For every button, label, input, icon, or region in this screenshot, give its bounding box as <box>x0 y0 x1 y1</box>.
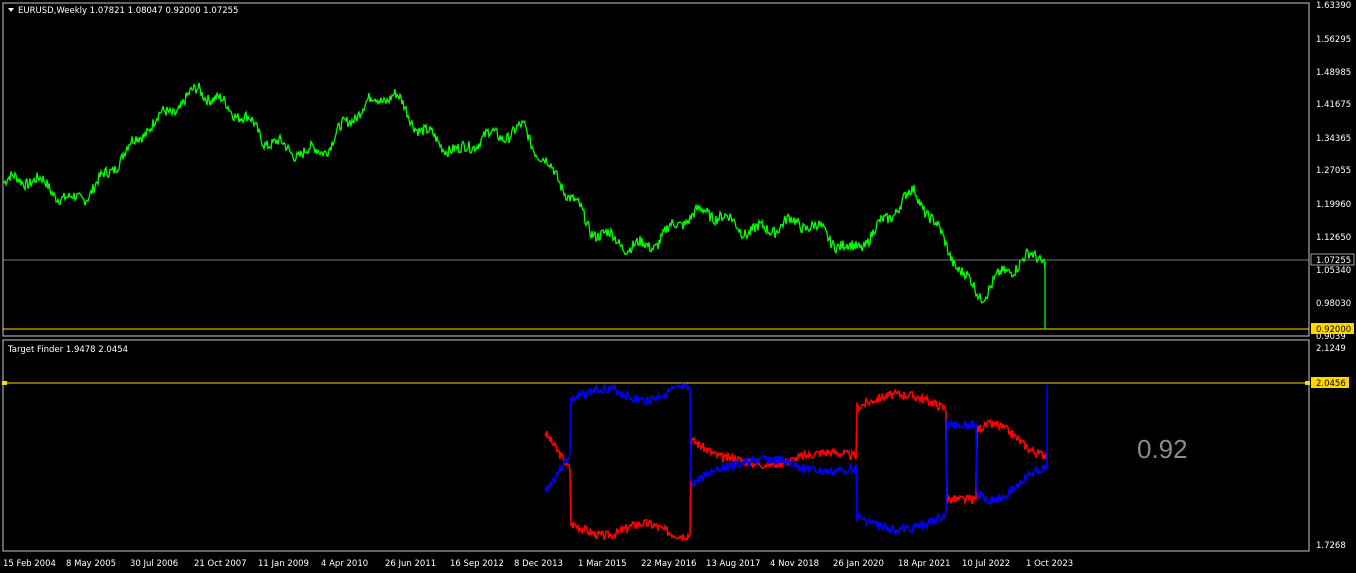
indicator-level-label: 2.0456 <box>1316 379 1346 389</box>
time-label: 8 Dec 2013 <box>514 559 563 569</box>
price-tick: 1.34365 <box>1316 134 1351 144</box>
time-label: 16 Sep 2012 <box>450 559 504 569</box>
price-tick: 1.12650 <box>1316 233 1351 243</box>
time-label: 21 Oct 2007 <box>194 559 247 569</box>
price-tick: 1.05340 <box>1316 266 1351 276</box>
indicator-scale-tick: 2.1249 <box>1316 344 1346 354</box>
time-label: 26 Jan 2020 <box>833 559 884 569</box>
main-chart-frame <box>2 2 1310 337</box>
chart-canvas[interactable]: 1.63390 1.56295 1.48985 1.41675 1.34365 … <box>0 0 1356 573</box>
time-label: 8 May 2005 <box>66 559 116 569</box>
indicator-big-value: 0.92 <box>1137 434 1188 464</box>
time-label: 30 Jul 2006 <box>130 559 178 569</box>
time-label: 10 Jul 2022 <box>962 559 1010 569</box>
time-axis: 15 Feb 2004 8 May 2005 30 Jul 2006 21 Oc… <box>3 559 1073 569</box>
symbol-title: EURUSD,Weekly 1.07821 1.08047 0.92000 1.… <box>18 6 238 16</box>
price-tick: 1.63390 <box>1316 1 1351 11</box>
time-label: 15 Feb 2004 <box>3 559 56 569</box>
time-label: 1 Mar 2015 <box>578 559 626 569</box>
price-tick: 1.27055 <box>1316 166 1351 176</box>
time-label: 4 Nov 2018 <box>770 559 819 569</box>
price-tick: 0.98030 <box>1316 299 1351 309</box>
level-handle-right[interactable] <box>1305 381 1310 385</box>
current-price-label: 1.07255 <box>1316 256 1351 266</box>
price-axis: 1.63390 1.56295 1.48985 1.41675 1.34365 … <box>1316 1 1351 342</box>
level-price-label: 0.92000 <box>1316 325 1351 335</box>
indicator-title: Target Finder 1.9478 2.0454 <box>7 345 128 355</box>
time-label: 13 Aug 2017 <box>706 559 760 569</box>
time-label: 26 Jun 2011 <box>385 559 436 569</box>
indicator-scale-tick: 1.7268 <box>1316 541 1346 551</box>
price-tick: 1.48985 <box>1316 68 1351 78</box>
time-label: 11 Jan 2009 <box>258 559 309 569</box>
price-tick: 1.19960 <box>1316 200 1351 210</box>
time-label: 18 Apr 2021 <box>898 559 951 569</box>
time-label: 4 Apr 2010 <box>321 559 368 569</box>
price-tick: 1.41675 <box>1316 100 1351 110</box>
level-handle-left[interactable] <box>2 381 7 385</box>
indicator-frame <box>2 339 1310 552</box>
time-label: 22 May 2016 <box>641 559 696 569</box>
time-label: 1 Oct 2023 <box>1026 559 1073 569</box>
price-tick: 1.56295 <box>1316 35 1351 45</box>
